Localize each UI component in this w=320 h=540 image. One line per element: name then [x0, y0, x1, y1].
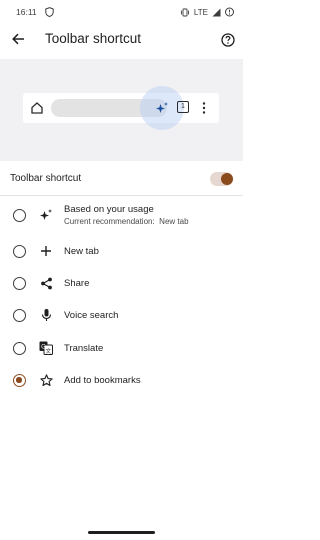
status-bar: 16:11 LTE	[0, 0, 243, 24]
current-recommendation: Current recommendation: New tab	[64, 217, 189, 226]
toggle-label: Toolbar shortcut	[10, 173, 82, 184]
help-icon	[221, 33, 235, 47]
radio-add-to-bookmarks[interactable]	[13, 374, 26, 387]
toolbar-preview-area: 1	[0, 59, 243, 161]
battery-icon	[225, 7, 234, 17]
toolbar-shortcut-toggle-row[interactable]: Toolbar shortcut	[0, 163, 243, 195]
radio-voice-search[interactable]	[13, 309, 26, 322]
star-icon	[39, 373, 53, 387]
sparkle-icon	[156, 102, 168, 113]
plus-icon	[39, 244, 53, 258]
microphone-icon	[39, 308, 53, 322]
app-bar: Toolbar shortcut	[0, 24, 243, 56]
vibrate-icon	[180, 8, 190, 17]
radio-based-on-usage[interactable]	[13, 209, 26, 222]
option-label: New tab	[64, 246, 99, 257]
toolbar-preview: 1	[23, 86, 219, 130]
back-button[interactable]	[7, 28, 29, 50]
radio-new-tab[interactable]	[13, 245, 26, 258]
radio-translate[interactable]	[13, 342, 26, 355]
page-title: Toolbar shortcut	[45, 31, 142, 46]
radio-share[interactable]	[13, 277, 26, 290]
divider	[0, 195, 243, 196]
sparkle-icon	[39, 208, 53, 222]
svg-text:文: 文	[46, 347, 52, 355]
switch-thumb	[221, 173, 233, 185]
option-label: Based on your usage	[64, 204, 154, 215]
option-label: Add to bookmarks	[64, 375, 141, 386]
overflow-menu-icon	[202, 102, 206, 114]
option-add-to-bookmarks[interactable]: Add to bookmarks	[0, 365, 243, 395]
option-share[interactable]: Share	[0, 268, 243, 298]
option-label: Share	[64, 278, 90, 289]
option-voice-search[interactable]: Voice search	[0, 300, 243, 330]
help-button[interactable]	[217, 29, 239, 51]
signal-icon	[212, 8, 221, 17]
option-label: Translate	[64, 343, 104, 354]
share-icon	[39, 276, 53, 290]
toolbar-shortcut-switch[interactable]	[210, 172, 233, 186]
home-icon	[31, 102, 43, 114]
status-time: 16:11	[16, 7, 37, 17]
gesture-nav-handle[interactable]	[88, 531, 155, 534]
option-translate[interactable]: G文 Translate	[0, 333, 243, 363]
back-arrow-icon	[11, 33, 24, 45]
option-label: Voice search	[64, 310, 119, 321]
network-type: LTE	[193, 7, 208, 17]
option-based-on-usage[interactable]: Based on your usage Current recommendati…	[0, 200, 243, 230]
option-new-tab[interactable]: New tab	[0, 236, 243, 266]
shield-icon	[44, 7, 54, 17]
tab-count-icon: 1	[177, 101, 189, 113]
translate-icon: G文	[39, 341, 53, 355]
